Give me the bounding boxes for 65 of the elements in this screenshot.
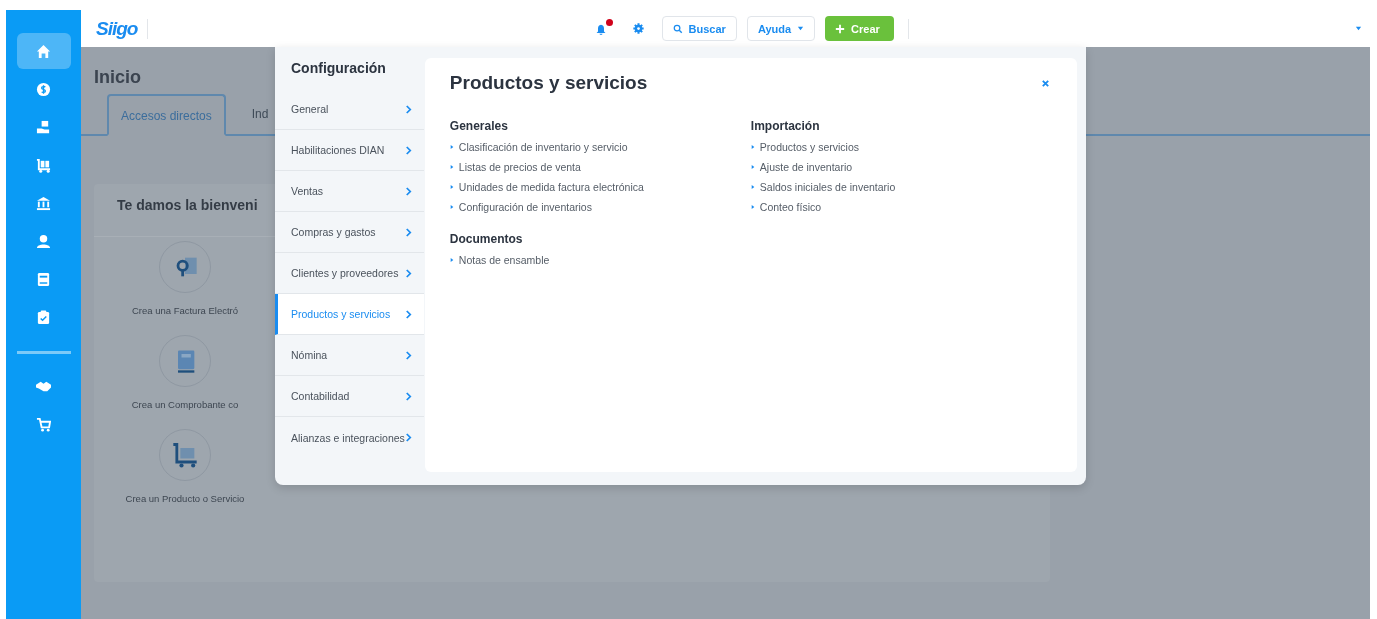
triangle-bullet-icon: [449, 143, 454, 150]
plus-icon: [835, 23, 846, 34]
caret-icon: [1355, 25, 1362, 32]
menu-link[interactable]: Saldos iniciales de inventario: [750, 179, 1052, 194]
search-icon: [672, 23, 683, 34]
triangle-bullet-icon: [750, 143, 755, 150]
cart-icon: [36, 416, 51, 432]
chevron-right-icon: [404, 391, 412, 401]
section-heading: Importación: [750, 119, 821, 133]
chevron-right-icon: [404, 268, 412, 278]
help-dropdown[interactable]: Ayuda: [746, 16, 816, 41]
triangle-bullet-icon: [750, 163, 755, 170]
menu-item[interactable]: Contabilidad: [275, 376, 424, 417]
search-button[interactable]: Buscar: [661, 16, 737, 41]
chevron-right-icon: [404, 145, 412, 155]
menu-item[interactable]: Ventas: [275, 171, 424, 212]
page-title: Inicio: [94, 67, 141, 88]
menu-link[interactable]: Productos y servicios: [750, 139, 1052, 154]
panel-title: Productos y servicios: [449, 72, 648, 94]
chevron-right-icon: [404, 433, 412, 442]
bank-icon: [36, 195, 51, 211]
chevron-right-icon: [404, 350, 412, 360]
triangle-bullet-icon: [750, 183, 755, 190]
shortcut-label[interactable]: Crea un Producto o Servicio: [125, 493, 245, 504]
triangle-bullet-icon: [750, 203, 755, 210]
menu-link[interactable]: Conteo físico: [750, 199, 1052, 214]
menu-link[interactable]: Unidades de medida factura electrónica: [449, 179, 751, 194]
menu-item[interactable]: Productos y servicios: [275, 294, 424, 335]
clipboard-check-icon: [36, 309, 51, 325]
menu-item[interactable]: Nómina: [275, 335, 424, 376]
triangle-bullet-icon: [449, 256, 454, 263]
cart-with-box-icon: [171, 441, 199, 469]
menu-item[interactable]: Habilitaciones DIAN: [275, 130, 424, 171]
cart-with-boxes-icon: [36, 157, 51, 173]
menu-item[interactable]: Alianzas e integraciones: [275, 417, 424, 458]
chevron-right-icon: [404, 227, 412, 237]
home-icon: [36, 43, 51, 59]
menu-title: Configuración: [290, 59, 387, 78]
dollar-coin-icon: [36, 81, 51, 97]
menu-link[interactable]: Clasificación de inventario y servicio: [449, 139, 751, 154]
chevron-right-icon: [404, 309, 412, 319]
menu-link[interactable]: Listas de precios de venta: [449, 159, 751, 174]
chevron-right-icon: [404, 186, 412, 196]
chevron-right-icon: [404, 104, 412, 114]
card-title: Te damos la bienveni: [117, 197, 258, 213]
menu-item[interactable]: General: [275, 89, 424, 130]
menu-link[interactable]: Configuración de inventarios: [449, 199, 751, 214]
shortcut-label[interactable]: Crea una Factura Electró: [131, 305, 239, 316]
triangle-bullet-icon: [449, 163, 454, 170]
person-icon: [36, 233, 51, 249]
sidebar-item[interactable]: [16, 33, 71, 69]
shortcut-label[interactable]: Crea un Comprobante co: [131, 399, 239, 410]
menu-link[interactable]: Ajuste de inventario: [750, 159, 1052, 174]
logo: Siigo: [96, 17, 138, 40]
menu-link[interactable]: Notas de ensamble: [449, 252, 751, 267]
bell-icon: [594, 23, 607, 36]
triangle-bullet-icon: [449, 183, 454, 190]
caret-icon: [797, 25, 805, 32]
menu-item[interactable]: Compras y gastos: [275, 212, 424, 253]
section-heading: Documentos: [449, 232, 524, 246]
settings-icon: [632, 23, 644, 34]
close-icon: [1040, 78, 1050, 88]
book-icon: [36, 271, 51, 287]
triangle-bullet-icon: [449, 203, 454, 210]
section-heading: Generales: [449, 119, 509, 133]
